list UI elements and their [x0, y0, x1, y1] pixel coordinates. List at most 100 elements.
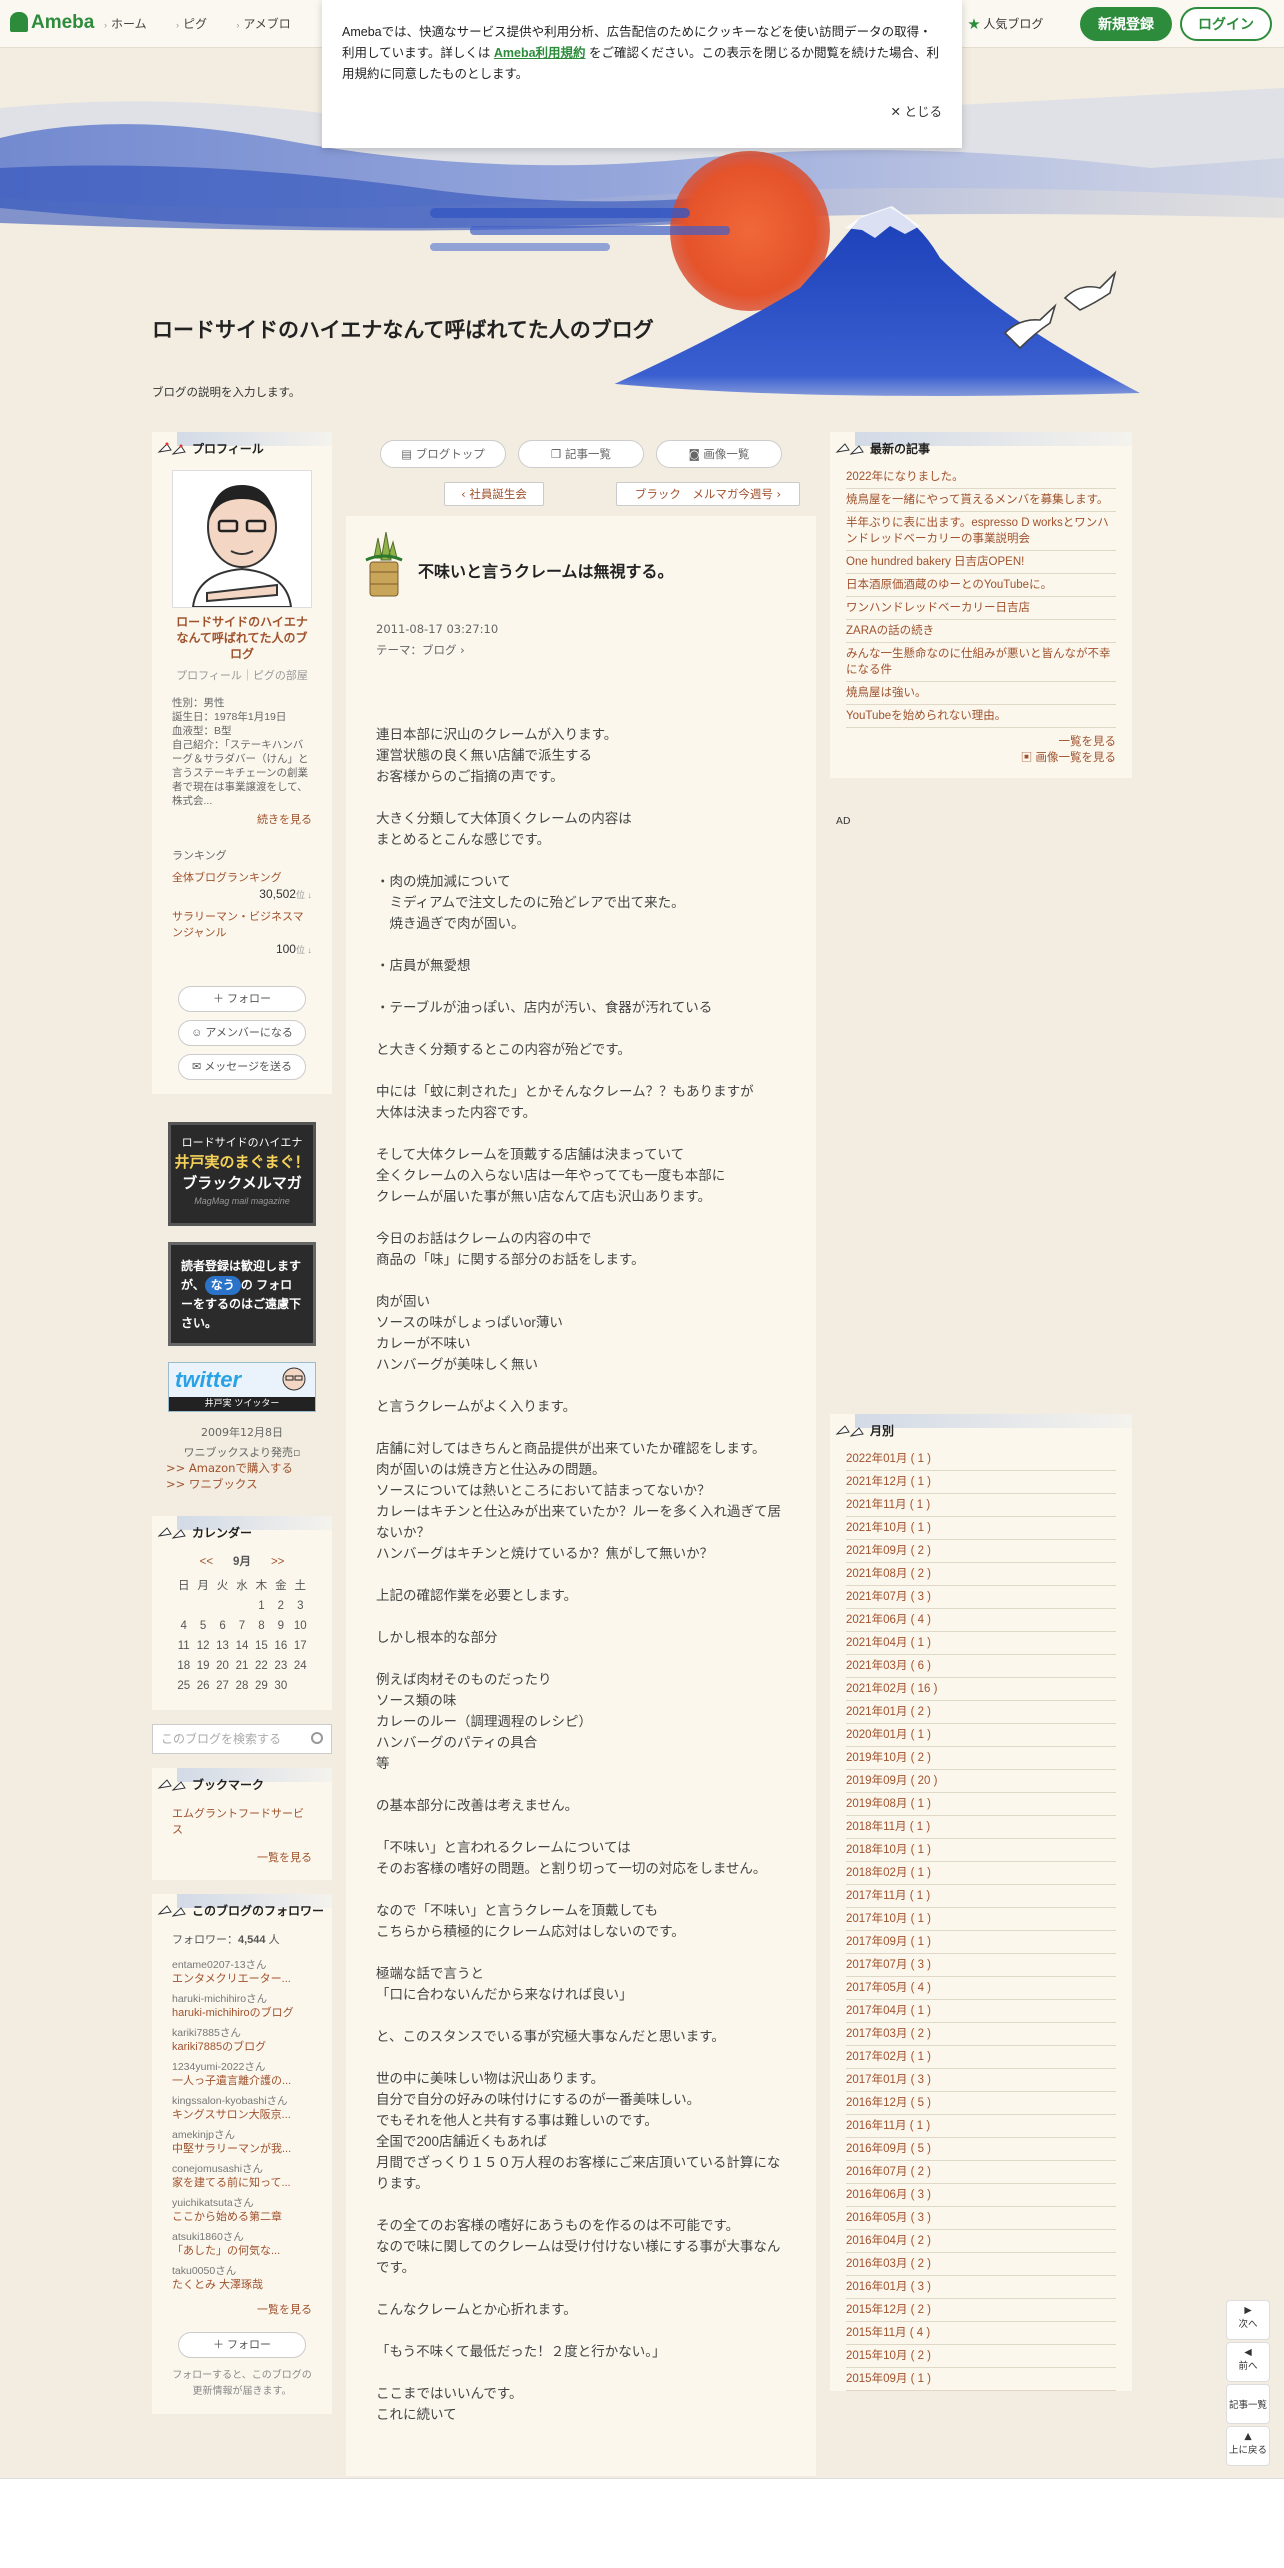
monthly-archive-item[interactable]: 2021年11月 ( 1 ) [846, 1494, 1116, 1517]
recent-post-item[interactable]: 焼鳥屋を一緒にやって貰えるメンバを募集します。 [846, 489, 1116, 512]
monthly-archive-item[interactable]: 2021年07月 ( 3 ) [846, 1586, 1116, 1609]
monthly-archive-item[interactable]: 2018年02月 ( 1 ) [846, 1862, 1116, 1885]
monthly-archive-item[interactable]: 2021年03月 ( 6 ) [846, 1655, 1116, 1678]
float-top-button[interactable]: ▲ 上に戻る [1226, 2426, 1270, 2466]
monthly-archive-item[interactable]: 2016年09月 ( 5 ) [846, 2138, 1116, 2161]
monthly-archive-item[interactable]: 2017年01月 ( 3 ) [846, 2069, 1116, 2092]
nav-ameblo[interactable]: アメブロ [243, 17, 290, 31]
ranking-genre-link[interactable]: サラリーマン・ビジネスマンジャンル [172, 909, 312, 941]
follower-item[interactable]: haruki-michihiroさん haruki-michihiroのブログ [172, 1992, 312, 2020]
monthly-archive-item[interactable]: 2019年10月 ( 2 ) [846, 1747, 1116, 1770]
prev-article-link[interactable]: ‹ 社員誕生会 [444, 482, 544, 506]
monthly-archive-item[interactable]: 2016年07月 ( 2 ) [846, 2161, 1116, 2184]
amazon-link[interactable]: >> Amazonで購入する [166, 1460, 332, 1476]
recent-post-item[interactable]: YouTubeを始められない理由。 [846, 705, 1116, 728]
follower-item[interactable]: taku0050さん たくとみ 大澤琢哉 [172, 2264, 312, 2292]
monthly-archive-item[interactable]: 2016年04月 ( 2 ) [846, 2230, 1116, 2253]
monthly-archive-item[interactable]: 2021年01月 ( 2 ) [846, 1701, 1116, 1724]
monthly-archive-item[interactable]: 2015年12月 ( 2 ) [846, 2299, 1116, 2322]
profile-more-link[interactable]: 続きを見る [172, 812, 312, 828]
ranking-overall-link[interactable]: 全体ブログランキング [172, 870, 312, 886]
monthly-archive-item[interactable]: 2016年06月 ( 3 ) [846, 2184, 1116, 2207]
monthly-archive-item[interactable]: 2016年03月 ( 2 ) [846, 2253, 1116, 2276]
monthly-archive-item[interactable]: 2018年11月 ( 1 ) [846, 1816, 1116, 1839]
calendar-prev[interactable]: << [200, 1556, 213, 1568]
wanibooks-link[interactable]: >> ワニブックス [166, 1476, 332, 1492]
monthly-archive-item[interactable]: 2019年09月 ( 20 ) [846, 1770, 1116, 1793]
monthly-archive-item[interactable]: 2017年07月 ( 3 ) [846, 1954, 1116, 1977]
cookie-terms-link[interactable]: Ameba利用規約 [494, 46, 586, 60]
register-button[interactable]: 新規登録 [1080, 7, 1172, 41]
monthly-archive-item[interactable]: 2016年01月 ( 3 ) [846, 2276, 1116, 2299]
follower-item[interactable]: entame0207-13さん エンタメクリエーター... [172, 1958, 312, 1986]
monthly-archive-item[interactable]: 2020年01月 ( 1 ) [846, 1724, 1116, 1747]
recent-post-item[interactable]: みんな一生懸命なのに仕組みが悪いと皆んなが不幸になる件 [846, 643, 1116, 682]
monthly-archive-item[interactable]: 2021年02月 ( 16 ) [846, 1678, 1116, 1701]
recent-images-link[interactable]: ▣ 画像一覧を見る [830, 750, 1132, 766]
black-mailmag-banner[interactable]: ロードサイドのハイエナ 井戸実のまぐまぐ！ ブラックメルマガ MagMag ma… [168, 1122, 316, 1226]
profile-links[interactable]: プロフィール｜ピグの部屋 [172, 668, 312, 684]
monthly-archive-item[interactable]: 2021年10月 ( 1 ) [846, 1517, 1116, 1540]
float-next-button[interactable]: ▶ 次へ [1226, 2300, 1270, 2340]
recent-more-link[interactable]: 一覧を見る [830, 728, 1132, 750]
monthly-archive-item[interactable]: 2017年02月 ( 1 ) [846, 2046, 1116, 2069]
calendar-next[interactable]: >> [271, 1556, 284, 1568]
monthly-archive-item[interactable]: 2017年11月 ( 1 ) [846, 1885, 1116, 1908]
follower-item[interactable]: conejomusashiさん 家を建てる前に知って... [172, 2162, 312, 2190]
monthly-archive-item[interactable]: 2021年12月 ( 1 ) [846, 1471, 1116, 1494]
profile-avatar[interactable] [172, 470, 312, 608]
recent-post-item[interactable]: ZARAの話の続き [846, 620, 1116, 643]
blog-search-input[interactable]: このブログを検索する [152, 1724, 332, 1754]
followers-more-link[interactable]: 一覧を見る [172, 2302, 312, 2318]
blog-title[interactable]: ロードサイドのハイエナなんて呼ばれてた人のブログ [152, 316, 682, 346]
monthly-archive-item[interactable]: 2019年08月 ( 1 ) [846, 1793, 1116, 1816]
recent-post-item[interactable]: 焼鳥屋は強い。 [846, 682, 1116, 705]
amember-button[interactable]: ☺ アメンバーになる [178, 1020, 306, 1046]
next-article-link[interactable]: ブラック メルマガ今週号 › [616, 482, 800, 506]
follower-item[interactable]: yuichikatsutaさん ここから始める第二章 [172, 2196, 312, 2224]
login-button[interactable]: ログイン [1180, 7, 1272, 41]
monthly-archive-item[interactable]: 2017年03月 ( 2 ) [846, 2023, 1116, 2046]
recent-post-item[interactable]: One hundred bakery 日吉店OPEN! [846, 551, 1116, 574]
theme-link[interactable]: ブログ [422, 643, 457, 657]
bookmark-item[interactable]: エムグラントフードサービス [172, 1806, 312, 1838]
recent-post-item[interactable]: 半年ぶりに表に出ます。espresso D worksとワンハンドレッドベーカリ… [846, 512, 1116, 551]
cookie-close-button[interactable]: ✕ とじる [891, 102, 942, 123]
monthly-archive-item[interactable]: 2017年05月 ( 4 ) [846, 1977, 1116, 2000]
monthly-archive-item[interactable]: 2016年11月 ( 1 ) [846, 2115, 1116, 2138]
monthly-archive-item[interactable]: 2022年01月 ( 1 ) [846, 1448, 1116, 1471]
monthly-archive-item[interactable]: 2021年04月 ( 1 ) [846, 1632, 1116, 1655]
follower-item[interactable]: 1234yumi-2022さん 一人っ子遺言離介護の... [172, 2060, 312, 2088]
message-button[interactable]: ✉ メッセージを送る [178, 1054, 306, 1080]
follower-item[interactable]: amekinjpさん 中堅サラリーマンが我... [172, 2128, 312, 2156]
float-prev-button[interactable]: ◀ 前へ [1226, 2342, 1270, 2382]
follower-item[interactable]: kingssalon-kyobashiさん キングスサロン大阪京... [172, 2094, 312, 2122]
monthly-archive-item[interactable]: 2021年08月 ( 2 ) [846, 1563, 1116, 1586]
monthly-archive-item[interactable]: 2017年09月 ( 1 ) [846, 1931, 1116, 1954]
search-icon[interactable] [311, 1732, 323, 1744]
monthly-archive-item[interactable]: 2021年06月 ( 4 ) [846, 1609, 1116, 1632]
bookmark-more-link[interactable]: 一覧を見る [172, 1850, 312, 1866]
monthly-archive-item[interactable]: 2017年04月 ( 1 ) [846, 2000, 1116, 2023]
monthly-archive-item[interactable]: 2017年10月 ( 1 ) [846, 1908, 1116, 1931]
monthly-archive-item[interactable]: 2016年05月 ( 3 ) [846, 2207, 1116, 2230]
monthly-archive-item[interactable]: 2015年09月 ( 1 ) [846, 2368, 1116, 2391]
monthly-archive-item[interactable]: 2016年12月 ( 5 ) [846, 2092, 1116, 2115]
float-list-button[interactable]: 記事一覧 [1226, 2384, 1270, 2424]
follower-item[interactable]: kariki7885さん kariki7885のブログ [172, 2026, 312, 2054]
twitter-banner[interactable]: twitter 井戸実 ツイッター [168, 1362, 316, 1412]
recent-post-item[interactable]: 2022年になりました。 [846, 466, 1116, 489]
profile-name[interactable]: ロードサイドのハイエナなんて呼ばれてた人のブログ [172, 614, 312, 662]
nav-pigg[interactable]: ピグ [183, 17, 207, 31]
profile-follow-button[interactable]: ＋ フォロー [178, 986, 306, 1012]
tab-image-list[interactable]: ◙ 画像一覧 [656, 440, 782, 468]
follower-item[interactable]: atsuki1860さん 「あした」の何気な... [172, 2230, 312, 2258]
monthly-archive-item[interactable]: 2018年10月 ( 1 ) [846, 1839, 1116, 1862]
tab-blog-top[interactable]: ▤ ブログトップ [380, 440, 506, 468]
ameba-logo[interactable]: Ameba [10, 12, 94, 34]
tab-article-list[interactable]: ❐ 記事一覧 [518, 440, 644, 468]
monthly-archive-item[interactable]: 2021年09月 ( 2 ) [846, 1540, 1116, 1563]
popular-blog-link[interactable]: ★ 人気ブログ [968, 15, 1043, 32]
nav-home[interactable]: ホーム [111, 17, 147, 31]
recent-post-item[interactable]: ワンハンドレッドベーカリー日吉店 [846, 597, 1116, 620]
